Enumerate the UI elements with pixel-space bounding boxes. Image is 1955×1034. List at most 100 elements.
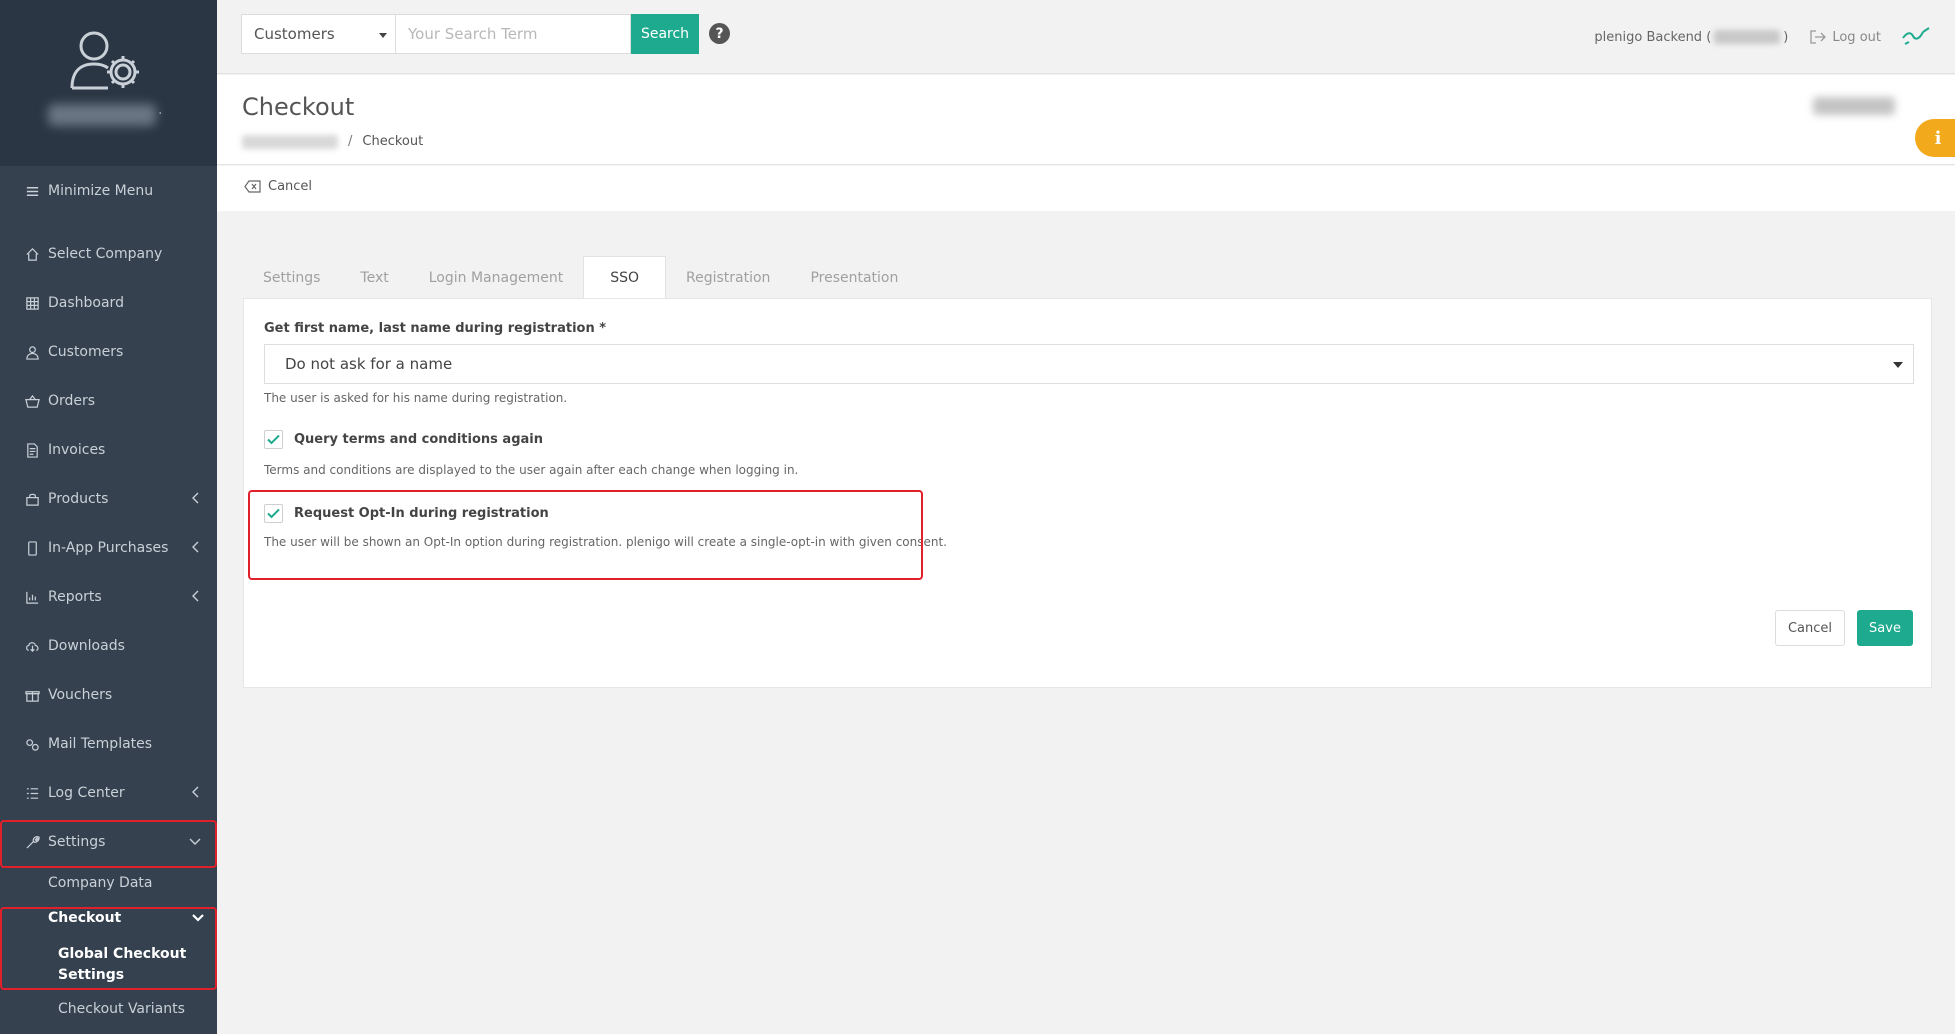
sidebar-item-select-company[interactable]: Select Company <box>0 234 217 274</box>
sidebar-item-mail-templates[interactable]: Mail Templates <box>0 724 217 764</box>
save-button[interactable]: Save <box>1857 610 1913 646</box>
logout-icon <box>1810 30 1827 44</box>
grid-icon <box>24 295 40 311</box>
user-label: plenigo Backend ( <box>1594 29 1712 45</box>
tab-login-management[interactable]: Login Management <box>409 256 583 299</box>
sidebar-item-dashboard[interactable]: Dashboard <box>0 283 217 323</box>
sidebar-subitem-checkout-variants[interactable]: Checkout Variants <box>0 1001 217 1017</box>
sidebar-item-downloads[interactable]: Downloads <box>0 626 217 666</box>
tab-text[interactable]: Text <box>340 256 408 299</box>
user-icon <box>24 344 40 360</box>
user-id-redacted <box>1714 30 1781 44</box>
page-header: Checkout / Checkout i <box>217 75 1955 165</box>
info-icon[interactable]: i <box>1915 119 1955 157</box>
search-scope-select[interactable]: Customers <box>241 14 395 54</box>
sidebar-item-label: Downloads <box>48 638 125 654</box>
bag-icon <box>24 491 40 507</box>
chevron-left-icon <box>192 492 199 504</box>
caret-down-icon <box>379 33 387 38</box>
name-field-help: The user is asked for his name during re… <box>264 391 568 405</box>
minimize-menu[interactable]: Minimize Menu <box>0 171 217 211</box>
cancel-link[interactable]: Cancel <box>244 179 312 194</box>
breadcrumb-separator: / <box>348 134 353 149</box>
basket-icon <box>24 393 40 409</box>
sidebar-item-label: In-App Purchases <box>48 540 169 556</box>
tab-presentation[interactable]: Presentation <box>790 256 918 299</box>
logout-label: Log out <box>1832 29 1881 45</box>
chart-icon <box>24 589 40 605</box>
sidebar-subitem-company-data[interactable]: Company Data <box>0 875 217 891</box>
sidebar-item-label: Products <box>48 491 109 507</box>
settings-highlight <box>0 820 217 868</box>
sidebar-item-label: Mail Templates <box>48 736 153 752</box>
checkmark-icon <box>267 434 280 445</box>
list-icon <box>24 785 40 801</box>
action-bar: Cancel <box>217 166 1955 211</box>
sso-settings-panel: Get first name, last name during registr… <box>243 298 1932 688</box>
chevron-left-icon <box>192 590 199 602</box>
caret-down-icon <box>1893 362 1903 368</box>
logout-link[interactable]: Log out <box>1810 30 1881 45</box>
sidebar-subitem-label: Company Data <box>48 875 153 891</box>
sidebar-subitem-label: Checkout Variants <box>58 1001 185 1017</box>
breadcrumb-current: Checkout <box>362 134 424 149</box>
gears-icon <box>24 736 40 752</box>
breadcrumb-parent-redacted[interactable] <box>242 134 338 149</box>
name-mode-select[interactable]: Do not ask for a name <box>264 344 1914 384</box>
home-icon <box>24 246 40 262</box>
sidebar-item-orders[interactable]: Orders <box>0 381 217 421</box>
sidebar-item-label: Select Company <box>48 246 163 262</box>
sidebar-item-products[interactable]: Products <box>0 479 217 519</box>
tab-bar: Settings Text Login Management SSO Regis… <box>243 256 918 299</box>
sidebar-item-vouchers[interactable]: Vouchers <box>0 675 217 715</box>
search-button[interactable]: Search <box>631 14 699 54</box>
user-area: plenigo Backend ( ) Log out <box>1594 24 1931 50</box>
search-input[interactable] <box>395 14 631 54</box>
search-scope-value: Customers <box>254 25 335 43</box>
user-settings-icon <box>70 31 139 90</box>
sidebar-item-invoices[interactable]: Invoices <box>0 430 217 470</box>
sidebar-item-label: Log Center <box>48 785 125 801</box>
user-label-suffix: ) <box>1783 29 1789 45</box>
sidebar-item-label: Dashboard <box>48 295 124 311</box>
name-field-label: Get first name, last name during registr… <box>264 321 607 336</box>
optin-highlight <box>248 490 923 580</box>
backspace-icon <box>244 180 261 193</box>
sidebar-item-log-center[interactable]: Log Center <box>0 773 217 813</box>
gift-icon <box>24 687 40 703</box>
sidebar-item-label: Vouchers <box>48 687 113 703</box>
sidebar-item-in-app-purchases[interactable]: In-App Purchases <box>0 528 217 568</box>
name-mode-value: Do not ask for a name <box>285 355 453 373</box>
breadcrumb: / Checkout <box>242 134 423 149</box>
profile-dot: · <box>158 106 163 122</box>
tab-registration[interactable]: Registration <box>666 256 790 299</box>
tab-settings[interactable]: Settings <box>243 256 340 299</box>
profile-name-redacted <box>48 104 156 126</box>
terms-checkbox[interactable] <box>264 430 283 449</box>
sidebar-item-label: Reports <box>48 589 102 605</box>
tab-sso[interactable]: SSO <box>583 256 666 299</box>
topbar: Customers Search ? plenigo Backend ( ) L… <box>217 0 1955 74</box>
sidebar-item-customers[interactable]: Customers <box>0 332 217 372</box>
plenigo-logo-icon[interactable] <box>1901 24 1931 50</box>
minimize-menu-label: Minimize Menu <box>48 183 154 199</box>
chevron-left-icon <box>192 786 199 798</box>
document-icon <box>24 442 40 458</box>
terms-checkbox-row: Query terms and conditions again <box>264 430 543 449</box>
terms-checkbox-label: Query terms and conditions again <box>294 432 543 447</box>
checkout-highlight <box>0 907 217 990</box>
cloud-download-icon <box>24 638 40 654</box>
sidebar-profile: · <box>0 0 217 166</box>
page-title: Checkout <box>242 93 355 121</box>
search-group: Customers Search <box>241 14 699 54</box>
sidebar-item-label: Customers <box>48 344 124 360</box>
cancel-link-label: Cancel <box>268 179 313 194</box>
help-icon[interactable]: ? <box>709 23 730 44</box>
sidebar-item-reports[interactable]: Reports <box>0 577 217 617</box>
cancel-button[interactable]: Cancel <box>1775 610 1845 646</box>
sidebar: · Minimize Menu Select Company Dashboard… <box>0 0 217 1034</box>
sidebar-item-label: Invoices <box>48 442 106 458</box>
sidebar-item-label: Orders <box>48 393 96 409</box>
hamburger-icon <box>24 183 40 199</box>
terms-help: Terms and conditions are displayed to th… <box>264 463 799 477</box>
